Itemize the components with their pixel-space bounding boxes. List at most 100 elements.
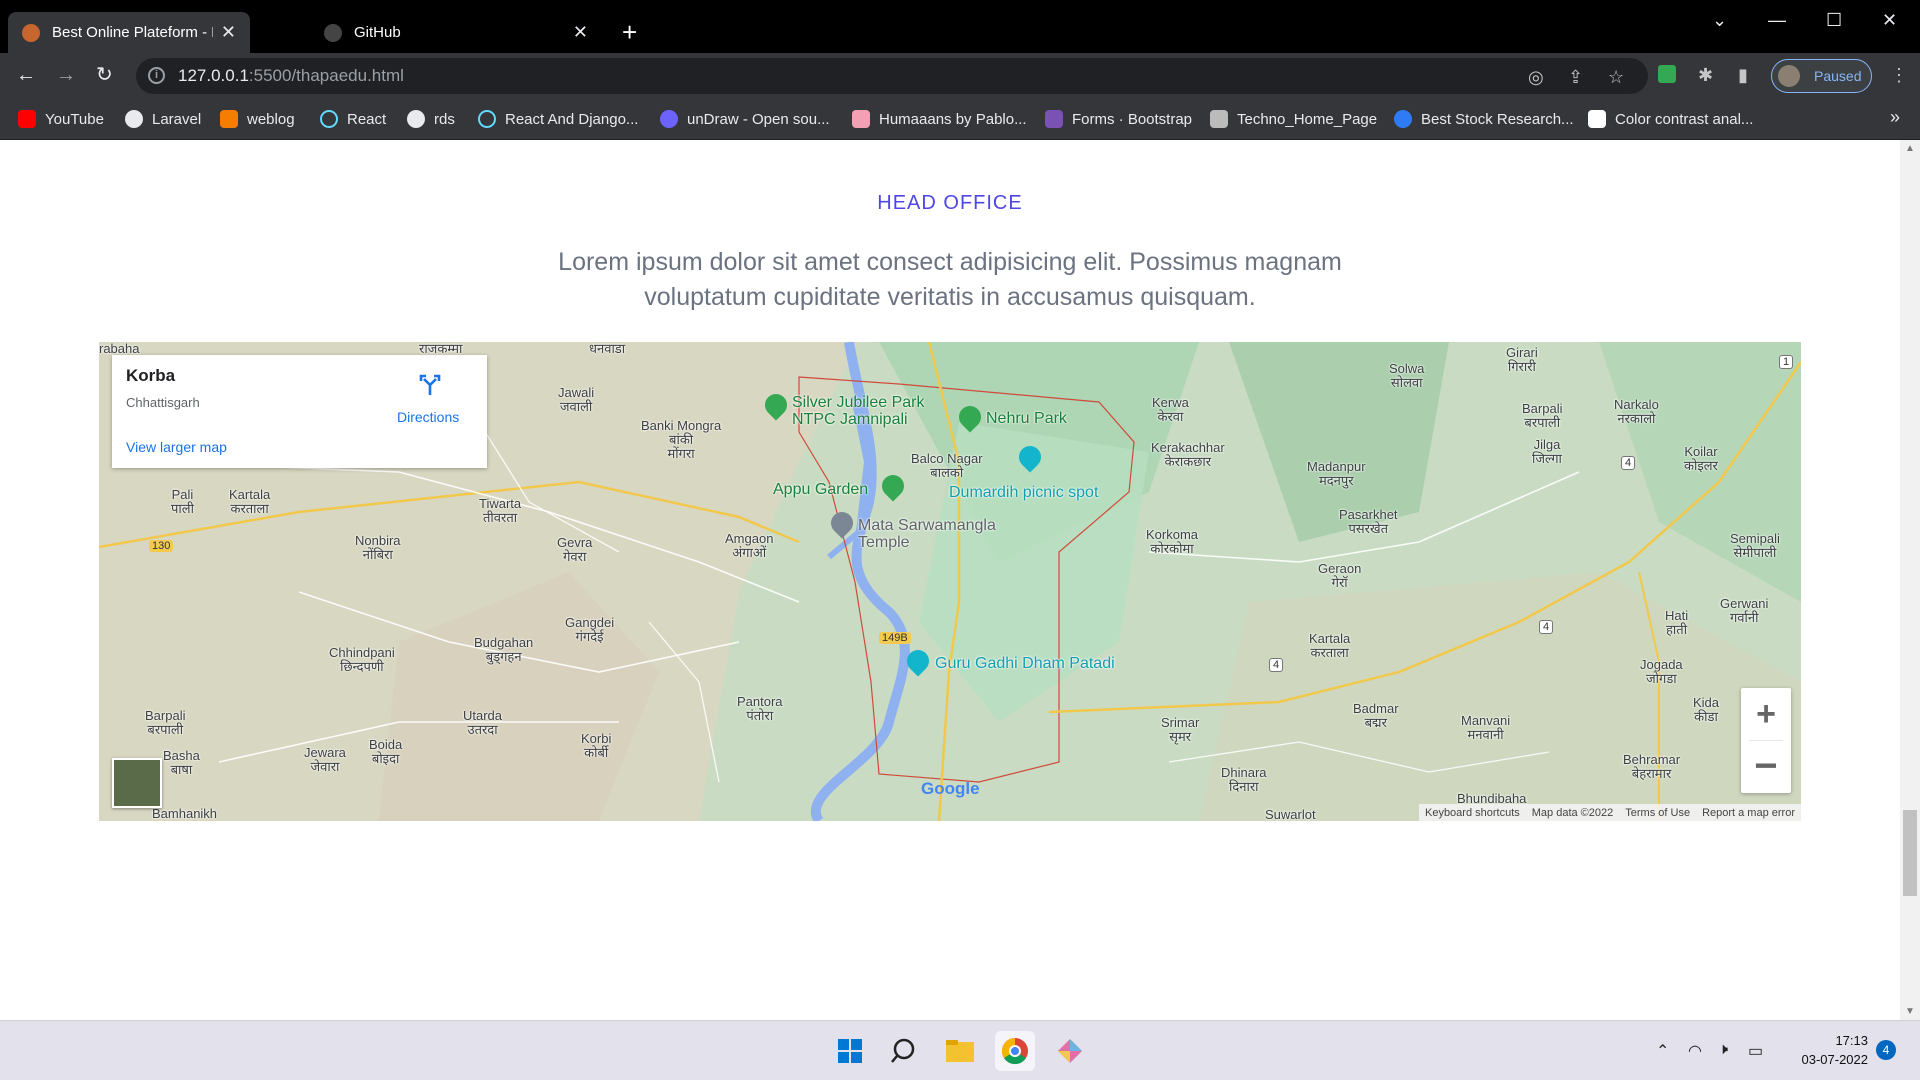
side-panel-icon[interactable]: ▮: [1738, 65, 1748, 85]
view-larger-map-link[interactable]: View larger map: [126, 439, 227, 455]
youtube-icon: [18, 110, 36, 128]
satellite-toggle-button[interactable]: [112, 758, 162, 808]
scroll-up-arrow-icon[interactable]: ▲: [1905, 143, 1915, 154]
scroll-thumb[interactable]: [1903, 810, 1917, 896]
zoom-in-button[interactable]: +: [1741, 688, 1791, 740]
share-icon[interactable]: ⇪: [1568, 67, 1583, 87]
scroll-down-arrow-icon[interactable]: ▼: [1905, 1006, 1915, 1017]
maximize-button[interactable]: ☐: [1826, 10, 1842, 31]
page-scrollbar[interactable]: ▲ ▼: [1900, 140, 1920, 1020]
poi-silver-jubilee-park[interactable]: Silver Jubilee Park NTPC Jamnipali: [792, 394, 925, 428]
back-arrow-icon[interactable]: ←: [16, 63, 36, 87]
tab-github[interactable]: GitHub ✕: [310, 12, 602, 53]
place-label: Kerakachhar केराकछार: [1151, 440, 1225, 469]
place-label: rabaha: [99, 342, 140, 356]
url-text[interactable]: 127.0.0.1:5500/thapaedu.html: [178, 66, 404, 86]
embedded-map[interactable]: Korba Chhattisgarh View larger map Direc…: [99, 342, 1801, 821]
place-label: Geraon गेरॉ: [1318, 561, 1362, 590]
tab-search-chevron-icon[interactable]: ⌄: [1712, 10, 1727, 31]
place-label: Girari गिरारी: [1506, 345, 1538, 374]
system-clock[interactable]: 17:13 03-07-2022: [1784, 1031, 1869, 1069]
place-label: Badmar बद्मर: [1353, 701, 1399, 730]
bookmarks-bar: YouTube Laravel weblog React rds React A…: [0, 99, 1920, 140]
browser-toolbar: ← → ↻ i 127.0.0.1:5500/thapaedu.html ◎ ⇪…: [0, 53, 1920, 99]
bookmark-weblog[interactable]: weblog: [220, 108, 295, 130]
search-icon[interactable]: [886, 1031, 926, 1071]
place-label: Banki Mongra बांकी मोंगरा: [641, 418, 722, 461]
contrast-icon: [1588, 110, 1606, 128]
place-label: Koilar कोइलर: [1684, 444, 1718, 473]
close-tab-icon[interactable]: ✕: [573, 22, 588, 43]
volume-muted-icon[interactable]: 🕨: [1718, 1041, 1728, 1059]
bookmark-youtube[interactable]: YouTube: [18, 108, 104, 130]
clock-time: 17:13: [1835, 1033, 1868, 1048]
wifi-icon[interactable]: ◠: [1688, 1041, 1702, 1061]
place-label: Kartala करताला: [229, 487, 271, 516]
minimize-button[interactable]: —: [1768, 10, 1786, 31]
poi-guru-gadhi-dham-patadi[interactable]: Guru Gadhi Dham Patadi: [935, 655, 1115, 672]
extension-sheets-icon[interactable]: [1658, 65, 1676, 83]
report-map-error-link[interactable]: Report a map error: [1696, 807, 1801, 819]
page-content: HEAD OFFICE Lorem ipsum dolor sit amet c…: [0, 140, 1900, 1020]
poi-mata-sarwamangla-temple[interactable]: Mata Sarwamangla Temple: [858, 517, 996, 551]
site-favicon-icon: [22, 23, 40, 42]
battery-icon[interactable]: ▭: [1748, 1041, 1763, 1061]
chrome-taskbar-icon[interactable]: [995, 1031, 1035, 1071]
place-label: Pantora पंतोरा: [737, 694, 783, 723]
undraw-icon: [660, 110, 678, 128]
close-tab-icon[interactable]: ✕: [221, 22, 236, 43]
notification-badge[interactable]: 4: [1876, 1040, 1896, 1060]
place-label: Balco Nagar बालको: [911, 451, 983, 480]
address-bar[interactable]: i 127.0.0.1:5500/thapaedu.html ◎ ⇪ ☆: [136, 58, 1648, 94]
app-taskbar-icon[interactable]: [1050, 1031, 1090, 1071]
directions-link[interactable]: Directions: [397, 409, 459, 425]
bookmark-star-icon[interactable]: ☆: [1608, 67, 1624, 87]
bookmark-stock-research[interactable]: Best Stock Research...: [1394, 108, 1574, 130]
stock-icon: [1394, 110, 1412, 128]
show-hidden-icons-chevron-icon[interactable]: ⌃: [1656, 1041, 1669, 1061]
poi-appu-garden[interactable]: Appu Garden: [773, 481, 868, 498]
bookmark-rds[interactable]: rds: [407, 108, 455, 130]
bookmark-laravel[interactable]: Laravel: [125, 108, 201, 130]
bookmark-techno-home[interactable]: Techno_Home_Page: [1210, 108, 1377, 130]
bookmark-bootstrap-forms[interactable]: Forms · Bootstrap: [1045, 108, 1192, 130]
profile-button[interactable]: Paused: [1771, 59, 1872, 93]
clock-date: 03-07-2022: [1801, 1052, 1869, 1067]
new-tab-button[interactable]: +: [622, 18, 637, 46]
place-label: Pasarkhet पसरखेत: [1339, 507, 1398, 536]
close-window-button[interactable]: ✕: [1882, 10, 1897, 31]
windows-logo-icon: [838, 1039, 862, 1063]
place-label: Barpali बरपाली: [145, 708, 186, 737]
bookmark-react-django[interactable]: React And Django...: [478, 108, 638, 130]
bookmark-react[interactable]: React: [320, 108, 386, 130]
poi-dumardih-picnic-spot[interactable]: Dumardih picnic spot: [949, 484, 1098, 501]
place-label: Bamhanikh: [152, 806, 218, 821]
place-label: Manvani मनवानी: [1461, 713, 1511, 742]
keyboard-shortcuts-link[interactable]: Keyboard shortcuts: [1419, 807, 1526, 819]
reload-icon[interactable]: ↻: [96, 63, 113, 87]
section-description: Lorem ipsum dolor sit amet consect adipi…: [558, 248, 1342, 311]
zoom-out-button[interactable]: −: [1741, 741, 1791, 793]
terms-of-use-link[interactable]: Terms of Use: [1619, 807, 1696, 819]
extensions-puzzle-icon[interactable]: ✱: [1698, 65, 1713, 85]
react-icon: [478, 110, 496, 128]
bootstrap-icon: [1045, 110, 1063, 128]
bookmark-humaaans[interactable]: Humaaans by Pablo...: [852, 108, 1027, 130]
place-label: धनवाडा: [589, 342, 626, 356]
eye-off-icon[interactable]: ◎: [1528, 67, 1544, 87]
file-explorer-icon[interactable]: [940, 1031, 980, 1071]
tab-best-online-plateform[interactable]: Best Online Plateform - Education ✕: [8, 12, 250, 53]
windows-start-icon[interactable]: [830, 1031, 870, 1071]
bookmark-color-contrast[interactable]: Color contrast anal...: [1588, 108, 1753, 130]
blogger-icon: [220, 110, 238, 128]
directions-icon[interactable]: [418, 373, 442, 397]
menu-kebab-icon[interactable]: ⋮: [1890, 65, 1908, 85]
react-icon: [320, 110, 338, 128]
site-info-icon[interactable]: i: [148, 67, 165, 84]
more-bookmarks-icon[interactable]: »: [1890, 107, 1900, 128]
road-shield: 4: [1621, 456, 1636, 470]
road-shield: 149B: [879, 632, 911, 644]
forward-arrow-icon[interactable]: →: [56, 63, 76, 87]
poi-nehru-park[interactable]: Nehru Park: [986, 410, 1067, 427]
bookmark-undraw[interactable]: unDraw - Open sou...: [660, 108, 830, 130]
